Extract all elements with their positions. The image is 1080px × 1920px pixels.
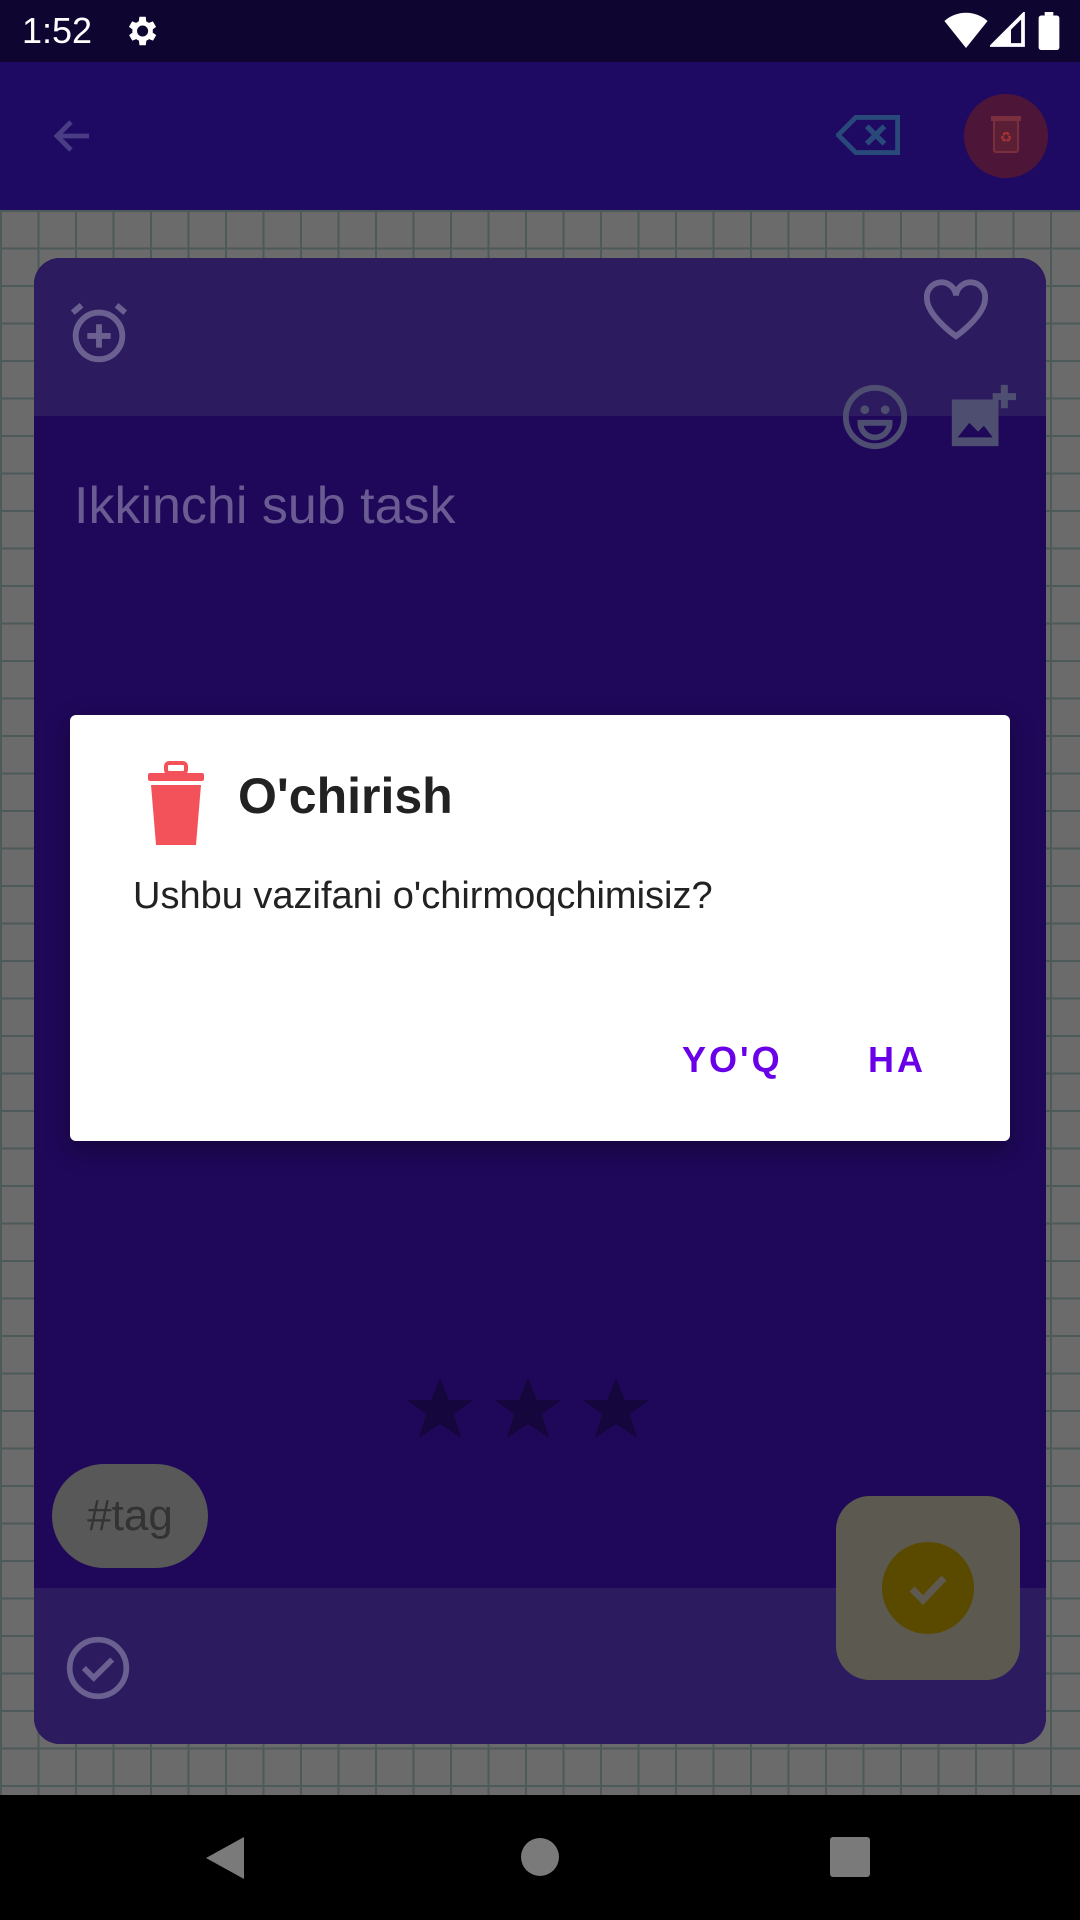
no-button[interactable]: YO'Q [682,1039,783,1081]
emoji-icon[interactable] [840,382,910,452]
recycle-bin-icon[interactable]: ♻ [964,94,1048,178]
star-3 [583,1378,649,1438]
nav-home-icon[interactable] [520,1837,560,1877]
tag-chip[interactable]: #tag [52,1464,208,1568]
add-photo-icon[interactable] [946,382,1016,452]
system-nav-bar [0,1795,1080,1920]
back-arrow-icon[interactable] [46,112,100,160]
delete-dialog: O'chirish Ushbu vazifani o'chirmoqchimis… [70,715,1010,1141]
favorite-icon[interactable] [920,278,992,342]
wifi-icon [944,12,988,48]
nav-recents-icon[interactable] [830,1837,870,1877]
status-time: 1:52 [22,10,93,51]
rating-stars[interactable] [404,1374,654,1451]
star-1 [407,1378,473,1438]
dialog-title: O'chirish [238,768,453,824]
trash-icon [146,761,206,847]
status-bar: 1:52 [0,0,1080,62]
yes-button[interactable]: HA [868,1039,926,1081]
signal-icon [990,12,1026,48]
settings-icon [122,12,160,50]
backspace-icon[interactable] [836,112,902,158]
task-title[interactable]: Ikkinchi sub task [74,476,456,536]
app-bar: ♻ [0,62,1080,210]
svg-text:♻: ♻ [1000,130,1013,146]
star-2 [495,1378,561,1438]
check-circle-icon[interactable] [64,1634,132,1702]
nav-back-icon[interactable] [204,1835,246,1881]
dialog-message: Ushbu vazifani o'chirmoqchimisiz? [133,875,713,917]
complete-fab-container [836,1496,1020,1680]
check-icon [909,1575,947,1606]
battery-icon [1038,12,1060,50]
add-alarm-icon[interactable] [64,298,134,368]
complete-button[interactable] [882,1542,974,1634]
